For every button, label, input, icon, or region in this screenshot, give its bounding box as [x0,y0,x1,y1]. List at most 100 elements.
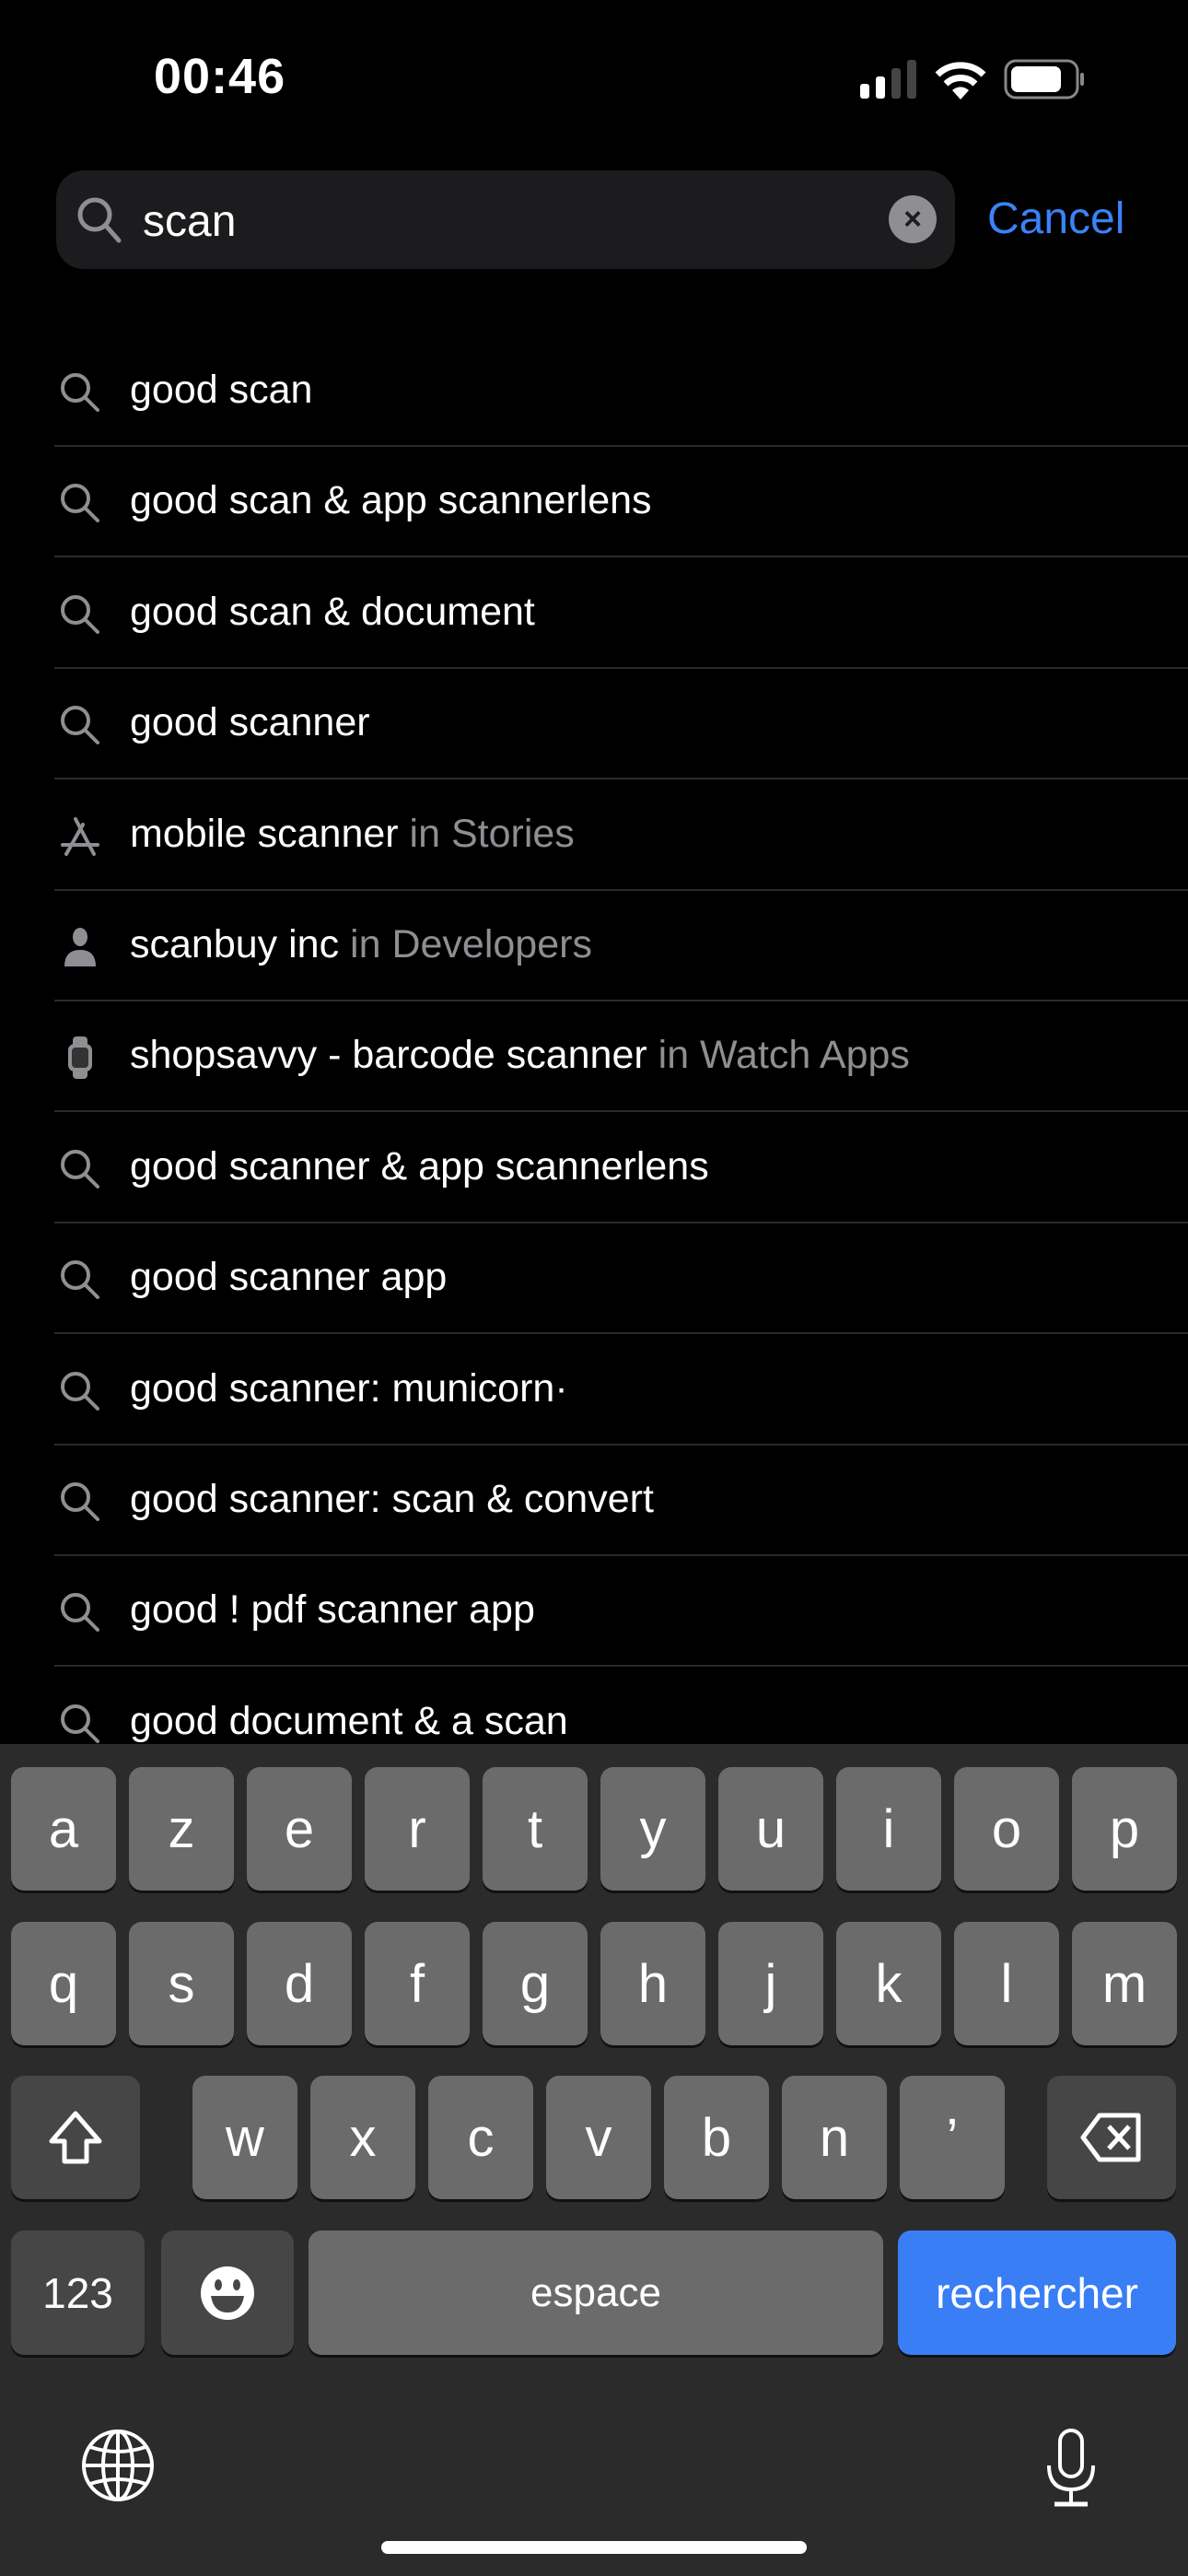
suggestion-row[interactable]: good scan & document [0,558,1188,669]
suggestion-scope: in Developers [350,922,592,966]
app-store-icon [59,815,101,858]
key-v[interactable]: v [546,2076,651,2199]
key-y[interactable]: y [600,1767,705,1891]
suggestion-text: good scanner: municorn· [130,1366,568,1411]
suggestion-text: shopsavvy - barcode scanner in Watch App… [130,1033,910,1078]
cancel-button[interactable]: Cancel [987,193,1124,244]
key-h[interactable]: h [600,1922,705,2045]
key-q[interactable]: q [11,1922,116,2045]
status-icons [860,59,1085,100]
suggestion-row[interactable]: good scan & app scannerlens [0,447,1188,558]
search-field[interactable]: scan × [56,170,955,269]
suggestion-text: good document & a scan [130,1699,568,1744]
key-d[interactable]: d [247,1922,352,2045]
suggestion-row[interactable]: good scanner: municorn· [0,1335,1188,1446]
suggestion-term: good scanner & app scannerlens [130,1143,709,1188]
search-icon [59,1370,101,1412]
globe-icon[interactable] [81,2429,155,2502]
suggestion-row[interactable]: shopsavvy - barcode scanner in Watch App… [0,1001,1188,1113]
suggestion-text: good scan & document [130,590,535,635]
key-z[interactable]: z [129,1767,234,1891]
suggestion-term: good ! pdf scanner app [130,1587,535,1633]
microphone-icon[interactable] [1043,2429,1099,2508]
key-t[interactable]: t [483,1767,588,1891]
numbers-key[interactable]: 123 [11,2231,145,2355]
key-u[interactable]: u [718,1767,823,1891]
key-e[interactable]: e [247,1767,352,1891]
search-icon [59,1591,101,1633]
search-icon [59,371,101,414]
key-w[interactable]: w [192,2076,297,2199]
space-key[interactable]: espace [309,2231,883,2355]
key-b[interactable]: b [664,2076,769,2199]
suggestion-text: good scanner app [130,1255,447,1300]
clear-icon[interactable]: × [889,195,937,243]
suggestion-text: good scanner & app scannerlens [130,1144,709,1189]
key-s[interactable]: s [129,1922,234,2045]
suggestion-scope: in Stories [409,811,575,856]
wifi-icon [935,62,986,100]
key-c[interactable]: c [428,2076,533,2199]
suggestion-term: good scan [130,368,313,412]
search-icon [59,1703,101,1745]
home-indicator[interactable] [381,2541,807,2554]
suggestion-row[interactable]: scanbuy inc in Developers [0,891,1188,1001]
suggestion-term: good scanner: scan & convert [130,1477,654,1521]
suggestion-term: good scan & document [130,589,535,634]
key-apostrophe[interactable]: ’ [900,2076,1005,2199]
key-a[interactable]: a [11,1767,116,1891]
key-r[interactable]: r [365,1767,470,1891]
suggestion-term: good scanner [130,700,370,745]
emoji-key[interactable] [161,2231,294,2355]
suggestion-term: good document & a scan [130,1698,568,1743]
delete-icon [1080,2113,1141,2162]
suggestion-row[interactable]: good ! pdf scanner app [0,1556,1188,1668]
suggestion-row[interactable]: good scanner [0,669,1188,780]
search-icon [77,197,122,243]
suggestion-row[interactable]: good scanner & app scannerlens [0,1113,1188,1224]
suggestion-text: scanbuy inc in Developers [130,922,592,967]
suggestion-term: good scanner app [130,1255,448,1300]
suggestion-term: shopsavvy - barcode scanner [130,1033,647,1078]
battery-icon [1004,59,1084,100]
key-o[interactable]: o [954,1767,1059,1891]
watch-icon [59,1036,101,1080]
search-icon [59,1481,101,1523]
suggestion-text: good scanner [130,700,370,745]
suggestion-term: mobile scanner [130,811,399,856]
key-g[interactable]: g [483,1922,588,2045]
shift-key[interactable] [11,2076,140,2199]
search-icon [59,1148,101,1190]
status-time: 00:46 [154,49,286,104]
suggestion-row[interactable]: mobile scanner in Stories [0,780,1188,891]
key-m[interactable]: m [1072,1922,1177,2045]
suggestion-term: good scan & app scannerlens [130,478,652,523]
key-x[interactable]: x [310,2076,415,2199]
search-icon [59,482,101,524]
suggestion-row[interactable]: good scan [0,336,1188,447]
suggestion-term: good scanner: municorn· [130,1365,568,1411]
shift-icon [49,2111,102,2164]
delete-key[interactable] [1047,2076,1176,2199]
key-j[interactable]: j [718,1922,823,2045]
search-icon [59,704,101,746]
suggestion-scope: in Watch Apps [658,1033,910,1078]
suggestion-row[interactable]: good scanner app [0,1224,1188,1335]
search-input[interactable]: scan [143,196,236,247]
person-icon [59,926,101,968]
key-k[interactable]: k [836,1922,941,2045]
key-f[interactable]: f [365,1922,470,2045]
suggestion-text: good scan & app scannerlens [130,478,652,523]
suggestion-term: scanbuy inc [130,922,340,966]
search-key[interactable]: rechercher [898,2231,1176,2355]
key-i[interactable]: i [836,1767,941,1891]
emoji-icon [201,2266,254,2320]
key-l[interactable]: l [954,1922,1059,2045]
search-icon [59,593,101,636]
suggestion-text: good ! pdf scanner app [130,1587,535,1633]
keyboard: a z e r t y u i o p q s d f g h j k l m w x c v b n’ 123 espace rech… [0,1744,1188,2576]
key-n[interactable]: n [782,2076,887,2199]
suggestion-text: good scanner: scan & convert [130,1477,654,1522]
suggestion-row[interactable]: good scanner: scan & convert [0,1446,1188,1556]
key-p[interactable]: p [1072,1767,1177,1891]
